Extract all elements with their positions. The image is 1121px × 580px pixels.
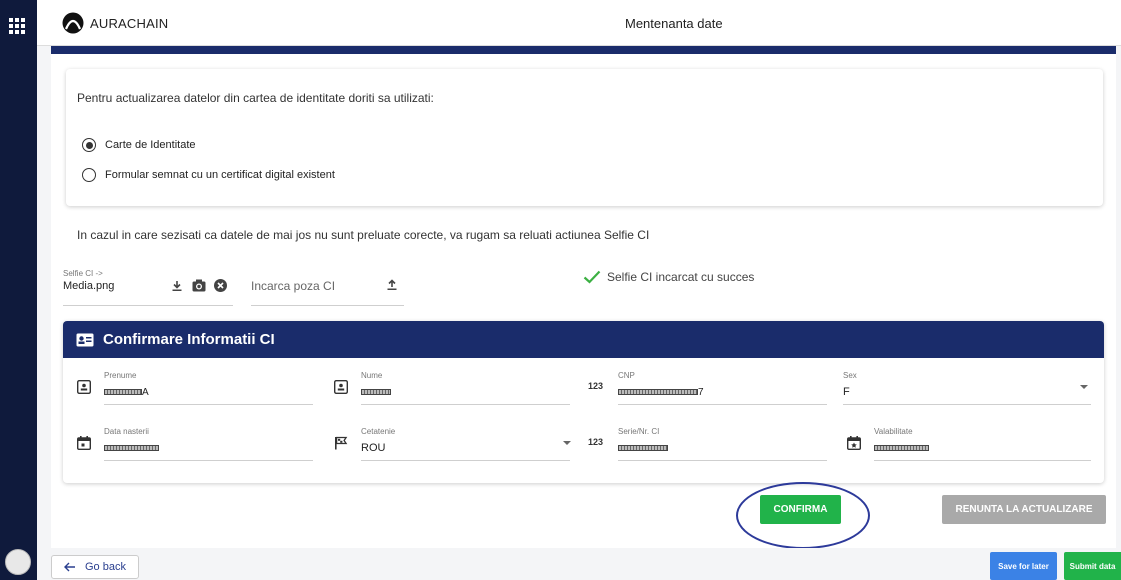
selfie-success-message: Selfie CI incarcat cu succes [583, 270, 754, 284]
retake-notice: In cazul in care sezisati ca datele de m… [77, 228, 650, 242]
cnp-suffix: 7 [698, 387, 704, 398]
contact-card-icon [77, 380, 91, 394]
sex-dropdown-icon[interactable] [1080, 385, 1088, 389]
logo-text: AURACHAIN [90, 15, 169, 31]
success-text: Selfie CI incarcat cu succes [607, 270, 755, 284]
ci-panel-header: Confirmare Informatii CI [63, 321, 1104, 358]
cetatenie-underline [361, 460, 570, 461]
arrow-left-icon [64, 562, 75, 572]
prenume-underline [104, 404, 313, 405]
radio-selected-icon[interactable] [82, 138, 96, 152]
field-cetatenie[interactable]: Cetatenie ROU [334, 427, 571, 467]
valabilitate-underline [874, 460, 1091, 461]
prenume-value: A [104, 386, 149, 398]
data-nasterii-label: Data nasterii [104, 427, 149, 436]
numeric-icon: 123 [588, 437, 604, 447]
cnp-underline [618, 404, 827, 405]
redacted-prenume [104, 389, 142, 396]
sex-underline [843, 404, 1091, 405]
selfie-underline [63, 305, 233, 306]
selfie-field: Selfie CI -> Media.png [63, 269, 114, 292]
check-icon [583, 270, 601, 284]
serie-value [618, 442, 668, 454]
selfie-label: Selfie CI -> [63, 269, 103, 278]
cetatenie-dropdown-icon[interactable] [563, 441, 571, 445]
main-content: Pentru actualizarea datelor din cartea d… [51, 54, 1116, 549]
sex-value: F [843, 386, 850, 398]
data-nasterii-value [104, 442, 159, 454]
top-bar: AURACHAIN Mentenanta date [37, 0, 1121, 46]
save-for-later-button[interactable]: Save for later [990, 552, 1057, 580]
aurachain-logo-icon [62, 12, 84, 34]
contact-card-icon [334, 380, 348, 394]
redacted-cnp [618, 389, 698, 396]
camera-icon[interactable] [192, 279, 206, 292]
redacted-nume [361, 389, 391, 396]
header-strip [51, 46, 1116, 54]
cnp-value: 7 [618, 386, 704, 398]
radio-label: Formular semnat cu un certificat digital… [105, 169, 335, 181]
redacted-data-nasterii [104, 445, 159, 452]
nume-value [361, 386, 391, 398]
field-cnp[interactable]: 123 CNP 7 [588, 371, 827, 411]
clear-icon[interactable] [214, 279, 227, 292]
cetatenie-value: ROU [361, 442, 386, 454]
field-nume[interactable]: Nume [334, 371, 570, 411]
sex-label: Sex [843, 371, 857, 380]
page-title: Mentenanta date [625, 16, 723, 31]
valabilitate-value [874, 442, 929, 454]
valabilitate-label: Valabilitate [874, 427, 913, 436]
confirm-button[interactable]: CONFIRMA [760, 495, 841, 524]
download-icon[interactable] [171, 280, 183, 292]
upload-icon[interactable] [386, 279, 398, 291]
field-data-nasterii[interactable]: Data nasterii [77, 427, 313, 467]
data-nasterii-underline [104, 460, 313, 461]
upload-underline [251, 305, 404, 306]
field-prenume[interactable]: Prenume A [77, 371, 313, 411]
apps-grid-icon[interactable] [4, 13, 29, 38]
selfie-value: Media.png [63, 280, 115, 292]
id-method-question: Pentru actualizarea datelor din cartea d… [77, 91, 434, 105]
event-icon [847, 436, 861, 450]
radio-certificat-digital[interactable]: Formular semnat cu un certificat digital… [82, 168, 335, 182]
upload-ci-placeholder[interactable]: Incarca poza CI [251, 279, 335, 293]
redacted-serie [618, 445, 668, 452]
id-method-card: Pentru actualizarea datelor din cartea d… [66, 69, 1103, 206]
logo: AURACHAIN [62, 12, 168, 34]
numeric-icon: 123 [588, 381, 604, 391]
ci-confirmation-panel: Confirmare Informatii CI Prenume A Nume … [63, 321, 1104, 483]
field-valabilitate[interactable]: Valabilitate [847, 427, 1093, 467]
app-rail [0, 0, 37, 580]
nume-underline [361, 404, 570, 405]
prenume-suffix: A [142, 387, 149, 398]
calendar-icon [77, 436, 91, 450]
submit-data-button[interactable]: Submit data [1064, 552, 1121, 580]
radio-label: Carte de Identitate [105, 139, 196, 151]
bottom-bar: Go back Save for later Submit data [37, 548, 1121, 580]
redacted-valabilitate [874, 445, 929, 452]
go-back-label: Go back [85, 561, 126, 573]
ci-panel-title: Confirmare Informatii CI [103, 331, 275, 348]
radio-unselected-icon[interactable] [82, 168, 96, 182]
nume-label: Nume [361, 371, 383, 380]
prenume-label: Prenume [104, 371, 137, 380]
field-serie-ci[interactable]: 123 Serie/Nr. CI [588, 427, 827, 467]
radio-carte-identitate[interactable]: Carte de Identitate [82, 138, 196, 152]
id-card-icon [76, 333, 94, 346]
avatar[interactable] [5, 549, 31, 575]
go-back-button[interactable]: Go back [51, 555, 139, 579]
serie-underline [618, 460, 827, 461]
cnp-label: CNP [618, 371, 635, 380]
field-sex[interactable]: Sex F [843, 371, 1093, 411]
flag-icon [335, 436, 348, 450]
cancel-update-button[interactable]: RENUNTA LA ACTUALIZARE [942, 495, 1106, 524]
serie-label: Serie/Nr. CI [618, 427, 660, 436]
cetatenie-label: Cetatenie [361, 427, 396, 436]
